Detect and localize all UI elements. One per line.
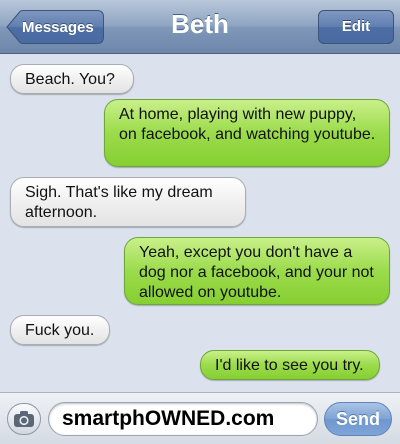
send-button[interactable]: Send — [324, 402, 392, 436]
message-bubble-incoming: Sigh. That's like my dream afternoon. — [10, 177, 246, 227]
message-bubble-outgoing: Yeah, except you don't have a dog nor a … — [124, 237, 390, 305]
message-bubble-incoming: Fuck you. — [10, 315, 110, 345]
navigation-bar: Messages Beth Edit — [0, 0, 400, 54]
message-bubble-outgoing: At home, playing with new puppy, on face… — [104, 99, 390, 167]
camera-button[interactable] — [7, 403, 41, 435]
camera-icon — [14, 411, 34, 427]
message-bubble-outgoing: I'd like to see you try. — [200, 350, 380, 380]
message-bubble-incoming: Beach. You? — [10, 64, 134, 94]
message-text-field[interactable]: smartphOWNED.com — [48, 402, 318, 436]
message-thread[interactable]: Beach. You? At home, playing with new pu… — [0, 54, 400, 392]
message-input-bar: smartphOWNED.com Send — [0, 392, 400, 444]
edit-button[interactable]: Edit — [318, 10, 394, 44]
